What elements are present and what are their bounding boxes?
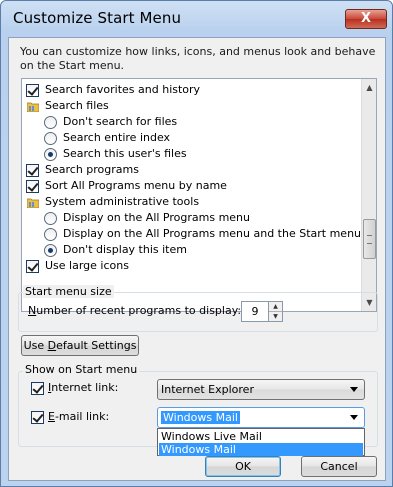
use-default-settings-button[interactable]: Use Default Settings — [21, 335, 139, 356]
email-dropdown-list: Windows Live Mail Windows Mail — [157, 428, 365, 456]
show-on-start-label: Show on Start menu — [23, 363, 140, 376]
dropdown-option[interactable]: Windows Mail — [159, 443, 363, 456]
cancel-button[interactable]: Cancel — [301, 456, 377, 477]
option-checkbox[interactable] — [26, 260, 39, 273]
recent-programs-spinner[interactable]: ▲ ▼ — [269, 301, 283, 322]
option-label: Display on the All Programs menu and the… — [63, 227, 362, 240]
option-radio[interactable] — [44, 132, 57, 145]
internet-link-checkbox[interactable] — [31, 382, 44, 395]
option-label: Search entire index — [63, 131, 171, 144]
option-label: Search favorites and history — [45, 83, 201, 96]
option-radio[interactable] — [44, 228, 57, 241]
options-list-content: Search favorites and history Search files… — [22, 79, 361, 311]
chevron-down-icon — [350, 415, 358, 420]
option-label: Search this user's files — [63, 147, 187, 160]
internet-link-value: Internet Explorer — [161, 383, 254, 396]
option-label: System administrative tools — [45, 195, 200, 208]
options-scrollbar[interactable]: ▲ ▼ — [361, 79, 376, 311]
folder-icon — [26, 101, 40, 113]
email-link-label: E-mail link: — [48, 410, 110, 423]
internet-link-select[interactable]: Internet Explorer — [157, 379, 365, 400]
dropdown-option[interactable]: Windows Live Mail — [159, 430, 363, 443]
spin-down-icon[interactable]: ▼ — [269, 312, 282, 322]
email-link-value: Windows Mail — [161, 411, 240, 424]
start-menu-size-label: Start menu size — [23, 285, 114, 298]
option-label: Don't search for files — [63, 115, 178, 128]
scroll-up-arrow-icon[interactable]: ▲ — [362, 79, 377, 96]
window-title: Customize Start Menu — [13, 9, 182, 27]
option-radio[interactable] — [44, 212, 57, 225]
internet-link-label: Internet link: — [48, 381, 119, 394]
intro-text: You can customize how links, icons, and … — [20, 45, 376, 72]
dialog-body: You can customize how links, icons, and … — [8, 37, 386, 481]
option-label: Display on the All Programs menu — [63, 211, 250, 224]
option-label: Sort All Programs menu by name — [45, 179, 227, 192]
option-radio[interactable] — [44, 116, 57, 129]
title-bar[interactable]: Customize Start Menu X — [1, 1, 392, 37]
spin-up-icon[interactable]: ▲ — [269, 302, 282, 312]
option-checkbox[interactable] — [26, 180, 39, 193]
option-radio[interactable] — [44, 244, 57, 257]
options-list[interactable]: Search favorites and history Search files… — [21, 78, 377, 312]
chevron-down-icon — [350, 387, 358, 392]
scroll-thumb[interactable] — [363, 219, 376, 259]
option-label: Search programs — [45, 163, 139, 176]
email-link-checkbox[interactable] — [31, 411, 44, 424]
dialog-window: Customize Start Menu X You can customize… — [0, 0, 393, 487]
option-label: Don't display this item — [63, 243, 187, 256]
folder-icon — [26, 197, 40, 209]
close-button[interactable]: X — [345, 9, 387, 29]
option-label: Search files — [45, 99, 109, 112]
recent-programs-label: Number of recent programs to display: — [28, 304, 242, 317]
email-link-select[interactable]: Windows Mail — [157, 407, 365, 428]
recent-programs-input[interactable]: 9 — [241, 301, 269, 322]
option-radio[interactable] — [44, 148, 57, 161]
option-checkbox[interactable] — [26, 164, 39, 177]
option-label: Use large icons — [45, 259, 129, 272]
option-checkbox[interactable] — [26, 84, 39, 97]
ok-button[interactable]: OK — [205, 456, 281, 477]
